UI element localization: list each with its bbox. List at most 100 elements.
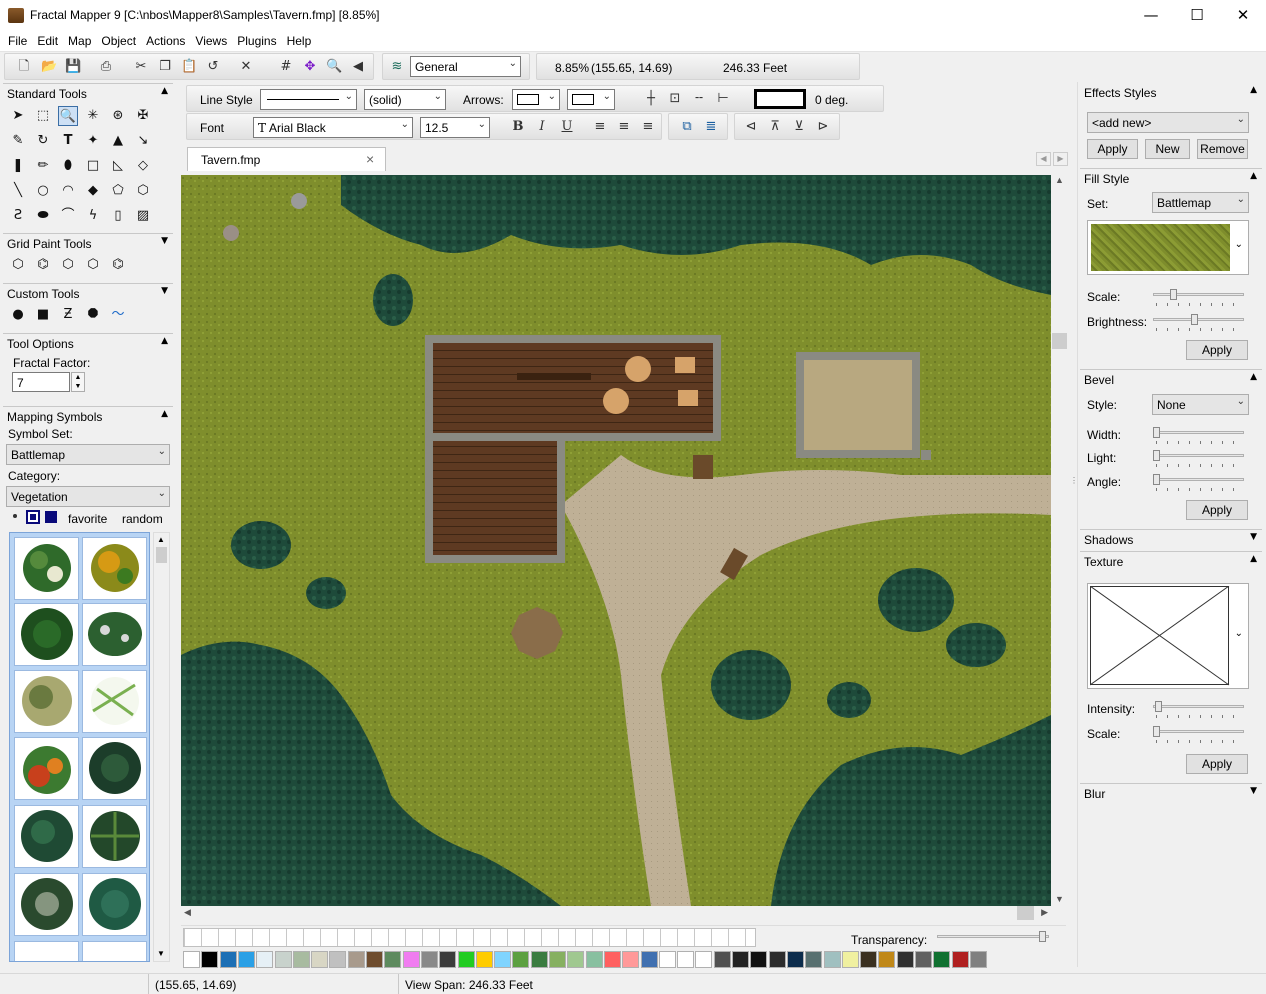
color-swatch[interactable] bbox=[384, 951, 402, 968]
effects-apply-button[interactable]: Apply bbox=[1087, 139, 1138, 159]
symbol-tile[interactable] bbox=[14, 805, 79, 868]
rotate-icon[interactable]: ↻ bbox=[33, 131, 53, 151]
triangle-icon[interactable]: ◺ bbox=[108, 156, 128, 176]
mountain-icon[interactable]: ▲ bbox=[108, 131, 128, 151]
underline-button[interactable]: U bbox=[559, 119, 575, 135]
bold-button[interactable]: B bbox=[510, 119, 526, 135]
color-swatch[interactable] bbox=[805, 951, 823, 968]
color-swatch[interactable] bbox=[311, 951, 329, 968]
maximize-button[interactable]: ☐ bbox=[1174, 0, 1220, 31]
menu-help[interactable]: Help bbox=[282, 31, 317, 48]
menu-map[interactable]: Map bbox=[63, 31, 96, 48]
paste-icon[interactable]: 📋 bbox=[181, 59, 197, 75]
color-swatch[interactable] bbox=[732, 951, 749, 968]
symbol-tile[interactable] bbox=[82, 941, 147, 961]
open-folder-icon[interactable]: 📂 bbox=[41, 59, 57, 75]
slider-thumb[interactable] bbox=[1154, 701, 1162, 712]
slider-thumb[interactable] bbox=[1153, 474, 1160, 485]
back-icon[interactable]: ◀ bbox=[350, 59, 366, 75]
texture-scale-slider[interactable] bbox=[1153, 724, 1244, 744]
fractal-icon[interactable]: ϟ bbox=[83, 206, 103, 226]
diamond-icon[interactable]: ◇ bbox=[133, 156, 153, 176]
color-swatch[interactable] bbox=[457, 951, 475, 968]
fill-icon[interactable]: ⬮ bbox=[58, 156, 78, 176]
scroll-up-icon[interactable]: ▲ bbox=[1055, 175, 1064, 185]
color-swatch[interactable] bbox=[402, 951, 420, 968]
symbol-tile[interactable] bbox=[82, 873, 147, 936]
color-swatch[interactable] bbox=[768, 951, 786, 968]
tab-scroll-left-icon[interactable]: ◀ bbox=[1036, 152, 1051, 166]
map-vscroll[interactable]: ▲ ▼ bbox=[1051, 175, 1068, 906]
hatch-icon[interactable]: ▨ bbox=[133, 206, 153, 226]
dash-icon[interactable]: ╌ bbox=[691, 91, 707, 107]
color-swatch[interactable] bbox=[951, 951, 969, 968]
font-size-select[interactable]: 12.5 ⌄ bbox=[420, 117, 490, 138]
tab-scroll-right-icon[interactable]: ▶ bbox=[1053, 152, 1068, 166]
blur-header[interactable]: Blur ▼ bbox=[1080, 783, 1262, 801]
color-swatch[interactable] bbox=[585, 951, 603, 968]
color-swatch[interactable] bbox=[567, 951, 585, 968]
color-swatch[interactable] bbox=[256, 951, 274, 968]
transform-icon[interactable]: ⊛ bbox=[108, 106, 128, 126]
color-swatch[interactable] bbox=[658, 951, 676, 968]
symbol-tile[interactable] bbox=[82, 603, 147, 666]
color-swatch[interactable] bbox=[823, 951, 841, 968]
copy-icon[interactable]: ❐ bbox=[157, 59, 173, 75]
symbol-tile[interactable] bbox=[82, 670, 147, 733]
random-link[interactable]: random bbox=[122, 512, 163, 526]
filled-diamond-icon[interactable]: ◆ bbox=[83, 181, 103, 201]
menu-file[interactable]: File bbox=[3, 31, 32, 48]
pencil-icon[interactable]: ✏ bbox=[33, 156, 53, 176]
color-swatch[interactable] bbox=[878, 951, 896, 968]
slider-thumb[interactable] bbox=[1153, 726, 1160, 737]
favorite-link[interactable]: favorite bbox=[68, 512, 107, 526]
bevel-width-slider[interactable] bbox=[1153, 425, 1244, 445]
hex-ring-icon[interactable]: ⌬ bbox=[108, 255, 128, 275]
color-swatch[interactable] bbox=[713, 951, 731, 968]
layer-up-icon[interactable]: ⧉ bbox=[679, 119, 695, 135]
font-select[interactable]: T Arial Black ⌄ bbox=[253, 117, 413, 138]
polygon-icon[interactable]: ⬠ bbox=[108, 181, 128, 201]
fill-apply-button[interactable]: Apply bbox=[1186, 340, 1248, 360]
hex-icon[interactable]: ⬡ bbox=[8, 255, 28, 275]
custom-tools-header[interactable]: Custom Tools ▼ bbox=[3, 283, 173, 301]
multi-node-icon[interactable]: ✠ bbox=[133, 106, 153, 126]
italic-button[interactable]: I bbox=[534, 119, 550, 135]
line-style-select[interactable]: ⌄ bbox=[260, 89, 357, 110]
node-edit-icon[interactable]: ✳ bbox=[83, 106, 103, 126]
grid-icon[interactable]: # bbox=[278, 59, 294, 75]
color-swatch[interactable] bbox=[237, 951, 255, 968]
slider-thumb[interactable] bbox=[1153, 450, 1160, 461]
align-center-icon[interactable]: ≡ bbox=[616, 119, 632, 135]
texture-header[interactable]: Texture ▲ bbox=[1080, 551, 1262, 569]
color-swatch[interactable] bbox=[549, 951, 566, 968]
hex-erase-icon[interactable]: ⬡ bbox=[83, 255, 103, 275]
square-icon[interactable]: ■ bbox=[33, 305, 53, 325]
standard-tools-header[interactable]: Standard Tools ▲ bbox=[3, 83, 173, 101]
slider-thumb[interactable] bbox=[1038, 931, 1046, 942]
color-swatch[interactable] bbox=[841, 951, 859, 968]
color-swatch[interactable] bbox=[915, 951, 932, 968]
hex-cluster-icon[interactable]: ⌬ bbox=[33, 255, 53, 275]
symbol-tile[interactable] bbox=[14, 941, 79, 961]
color-swatch[interactable] bbox=[750, 951, 768, 968]
fractal-factor-input[interactable]: 7 bbox=[12, 372, 70, 392]
color-swatch[interactable] bbox=[439, 951, 457, 968]
minimize-button[interactable]: — bbox=[1128, 0, 1174, 31]
symbol-tile[interactable] bbox=[82, 805, 147, 868]
color-swatch[interactable] bbox=[420, 951, 438, 968]
cut-icon[interactable]: ✂ bbox=[133, 59, 149, 75]
effects-new-button[interactable]: New bbox=[1145, 139, 1190, 159]
symbol-tile[interactable] bbox=[14, 603, 79, 666]
scroll-left-icon[interactable]: ◀ bbox=[184, 907, 191, 918]
align-right-icon[interactable]: ≡ bbox=[640, 119, 656, 135]
layers-icon[interactable]: ≋ bbox=[389, 59, 405, 75]
fill-scale-slider[interactable] bbox=[1153, 287, 1244, 307]
tab-tavern[interactable]: Tavern.fmp × bbox=[187, 147, 386, 171]
color-swatch[interactable] bbox=[860, 951, 878, 968]
bring-up-icon[interactable]: ⊼ bbox=[767, 119, 783, 135]
pan-icon[interactable]: ✥ bbox=[302, 59, 318, 75]
small-icons-toggle[interactable] bbox=[26, 510, 40, 524]
effects-remove-button[interactable]: Remove bbox=[1197, 139, 1248, 159]
color-swatch[interactable] bbox=[896, 951, 914, 968]
